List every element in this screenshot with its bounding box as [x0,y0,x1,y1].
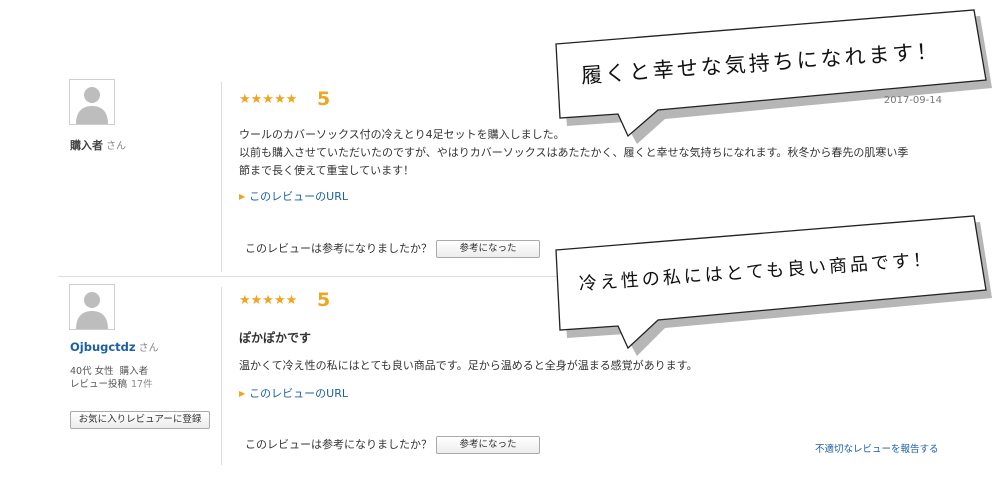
review-body-line: 以前も購入させていただいたのですが、やはりカバーソックスはあたたかく、履くと幸せ… [239,146,909,159]
user-silhouette-icon [70,80,114,124]
report-review-link[interactable]: 不適切なレビューを報告する [815,441,939,455]
review-body: 温かくて冷え性の私にはとても良い商品です。足から温めると全身が温まる感覚がありま… [239,357,939,375]
helpful-row: このレビューは参考になりましたか？ 参考になった [245,240,540,258]
review-url-link[interactable]: ▶ このレビューのURL [239,188,348,204]
triangle-right-icon: ▶ [239,192,246,201]
review-title: ぽかぽかです [239,331,312,345]
review-body-line: 節まで長く使えて重宝しています！ [239,164,415,177]
helpful-question: このレビューは参考になりましたか？ [245,438,432,451]
helpful-button[interactable]: 参考になった [436,240,540,258]
review-body-line: 温かくて冷え性の私にはとても良い商品です。足から温めると全身が温まる感覚がありま… [239,359,698,372]
rating-score: 5 [317,88,331,110]
avatar[interactable] [69,284,115,330]
review-count-label: レビュー投稿 [70,379,128,390]
speech-bubble: 履くと幸せな気持ちになれます！ [552,9,992,144]
review-url-link[interactable]: ▶ このレビューのURL [239,385,348,401]
triangle-right-icon: ▶ [239,389,246,398]
reviewer-age-gender: 40代 女性 [70,366,114,377]
reviewer-name: 購入者 さん [70,139,126,152]
reviewer-suffix: さん [138,343,159,354]
helpful-question: このレビューは参考になりましたか？ [245,242,432,255]
favorite-reviewer-button[interactable]: お気に入りレビュアーに登録 [70,411,210,429]
rating-score: 5 [317,289,331,311]
helpful-button[interactable]: 参考になった [436,436,540,454]
review-count: 17件 [131,379,153,390]
reviewer-meta: 40代 女性 購入者 レビュー投稿 17件 [70,365,153,391]
helpful-row: このレビューは参考になりましたか？ 参考になった [245,436,540,454]
column-divider [221,287,222,465]
speech-bubble: 冷え性の私にはとても良い商品です！ [552,212,992,357]
reviewer-name-link[interactable]: Ojbugctdz さん [70,339,159,354]
user-silhouette-icon [70,285,114,329]
avatar[interactable] [69,79,115,125]
buyer-label: 購入者 [119,366,149,377]
column-divider [221,82,222,272]
star-rating: ★★★★★ [239,92,298,107]
star-rating: ★★★★★ [239,293,298,308]
reviewer-suffix: さん [106,141,126,152]
